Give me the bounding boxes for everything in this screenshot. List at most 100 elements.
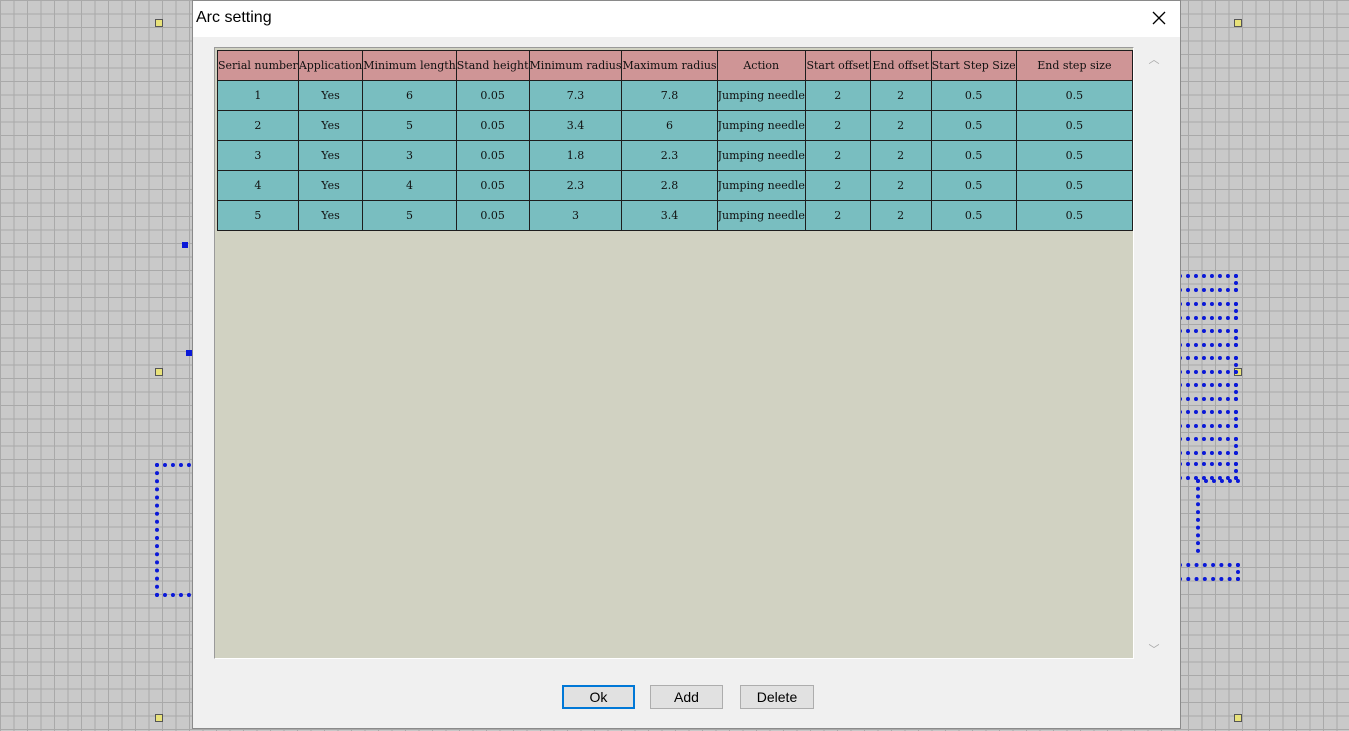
table-cell[interactable]: Jumping needle: [716, 110, 806, 141]
table-cell[interactable]: 0.05: [455, 170, 530, 201]
table-cell[interactable]: 1: [217, 80, 299, 111]
table-cell[interactable]: 0.5: [1015, 200, 1134, 231]
selection-handle[interactable]: [155, 714, 163, 722]
table-cell[interactable]: 0.5: [1015, 170, 1134, 201]
table-cell[interactable]: 2: [804, 80, 871, 111]
table-cell[interactable]: 4: [217, 170, 299, 201]
scroll-up-arrow-icon[interactable]: ︿: [1146, 51, 1162, 67]
table-cell[interactable]: 2.3: [528, 170, 623, 201]
column-header[interactable]: End offset: [869, 50, 932, 81]
table-cell[interactable]: 0.5: [1015, 140, 1134, 171]
table-cell[interactable]: 6: [621, 110, 718, 141]
stitch-path: [1196, 479, 1240, 553]
table-cell[interactable]: 0.05: [455, 200, 530, 231]
stitch-path: [1178, 383, 1238, 401]
table-row[interactable]: 1 Yes 6 0.05 7.3 7.8 Jumping needle 2 2 …: [217, 80, 1134, 111]
table-cell[interactable]: Jumping needle: [716, 170, 806, 201]
table-cell[interactable]: 2: [804, 200, 871, 231]
table-cell[interactable]: 0.05: [455, 140, 530, 171]
selection-handle[interactable]: [155, 19, 163, 27]
ok-button[interactable]: Ok: [562, 685, 635, 709]
table-cell[interactable]: Yes: [297, 80, 364, 111]
stitch-point: [182, 242, 188, 248]
table-cell[interactable]: 2: [804, 110, 871, 141]
column-header[interactable]: Application: [297, 50, 364, 81]
table-cell[interactable]: 2.3: [621, 140, 718, 171]
stitch-path: [1178, 356, 1238, 374]
table-cell[interactable]: 2.8: [621, 170, 718, 201]
selection-handle[interactable]: [1234, 714, 1242, 722]
table-cell[interactable]: 6: [362, 80, 457, 111]
column-header[interactable]: Minimum length: [362, 50, 457, 81]
table-row[interactable]: 4 Yes 4 0.05 2.3 2.8 Jumping needle 2 2 …: [217, 170, 1134, 201]
table-cell[interactable]: 2: [869, 140, 932, 171]
arc-table: Serial number Application Minimum length…: [217, 50, 1134, 231]
scroll-down-arrow-icon[interactable]: ﹀: [1146, 641, 1162, 657]
table-row[interactable]: 3 Yes 3 0.05 1.8 2.3 Jumping needle 2 2 …: [217, 140, 1134, 171]
title-bar: Arc setting: [193, 1, 1180, 37]
selection-handle[interactable]: [1234, 19, 1242, 27]
table-cell[interactable]: 0.5: [930, 80, 1017, 111]
close-icon: [1152, 11, 1166, 25]
table-cell[interactable]: 2: [869, 80, 932, 111]
table-cell[interactable]: 0.05: [455, 80, 530, 111]
arc-setting-dialog: Arc setting Serial number Application Mi…: [192, 0, 1181, 729]
table-cell[interactable]: Jumping needle: [716, 140, 806, 171]
table-cell[interactable]: 0.5: [930, 170, 1017, 201]
stitch-path: [1178, 437, 1238, 455]
table-cell[interactable]: Yes: [297, 200, 364, 231]
column-header[interactable]: Start offset: [804, 50, 871, 81]
table-cell[interactable]: Jumping needle: [716, 200, 806, 231]
table-cell[interactable]: 7.8: [621, 80, 718, 111]
table-cell[interactable]: 4: [362, 170, 457, 201]
column-header[interactable]: Serial number: [217, 50, 299, 81]
table-cell[interactable]: 3: [217, 140, 299, 171]
stitch-path: [1178, 329, 1238, 347]
table-cell[interactable]: 0.5: [930, 110, 1017, 141]
table-cell[interactable]: 5: [217, 200, 299, 231]
table-cell[interactable]: 2: [804, 140, 871, 171]
table-cell[interactable]: 0.5: [930, 140, 1017, 171]
stitch-path: [1178, 410, 1238, 428]
table-cell[interactable]: Yes: [297, 140, 364, 171]
table-cell[interactable]: 0.5: [1015, 110, 1134, 141]
table-row[interactable]: 2 Yes 5 0.05 3.4 6 Jumping needle 2 2 0.…: [217, 110, 1134, 141]
column-header[interactable]: Stand height: [455, 50, 530, 81]
dialog-title: Arc setting: [196, 9, 272, 26]
add-button[interactable]: Add: [650, 685, 723, 709]
column-header[interactable]: Start Step Size: [930, 50, 1017, 81]
column-header[interactable]: Action: [716, 50, 806, 81]
table-cell[interactable]: 3.4: [528, 110, 623, 141]
stitch-path: [1178, 563, 1240, 581]
table-cell[interactable]: 2: [804, 170, 871, 201]
column-header[interactable]: Minimum radius: [528, 50, 623, 81]
table-cell[interactable]: 2: [869, 170, 932, 201]
table-cell[interactable]: 3: [528, 200, 623, 231]
arc-table-panel: Serial number Application Minimum length…: [214, 47, 1134, 659]
table-cell[interactable]: 3.4: [621, 200, 718, 231]
table-row[interactable]: 5 Yes 5 0.05 3 3.4 Jumping needle 2 2 0.…: [217, 200, 1134, 231]
table-cell[interactable]: 0.5: [1015, 80, 1134, 111]
delete-button[interactable]: Delete: [740, 685, 814, 709]
table-cell[interactable]: 0.5: [930, 200, 1017, 231]
stitch-path: [1178, 302, 1238, 320]
table-cell[interactable]: 2: [217, 110, 299, 141]
stitch-path: [155, 463, 191, 597]
table-cell[interactable]: 2: [869, 200, 932, 231]
column-header[interactable]: End step size: [1015, 50, 1134, 81]
table-cell[interactable]: 3: [362, 140, 457, 171]
table-cell[interactable]: 1.8: [528, 140, 623, 171]
column-header[interactable]: Maximum radius: [621, 50, 718, 81]
table-header-row: Serial number Application Minimum length…: [217, 50, 1134, 81]
selection-handle[interactable]: [155, 368, 163, 376]
table-cell[interactable]: 7.3: [528, 80, 623, 111]
table-cell[interactable]: 2: [869, 110, 932, 141]
close-button[interactable]: [1138, 1, 1180, 35]
table-cell[interactable]: 5: [362, 110, 457, 141]
stitch-path: [1178, 462, 1238, 480]
table-cell[interactable]: 0.05: [455, 110, 530, 141]
table-cell[interactable]: Jumping needle: [716, 80, 806, 111]
table-cell[interactable]: Yes: [297, 170, 364, 201]
table-cell[interactable]: 5: [362, 200, 457, 231]
table-cell[interactable]: Yes: [297, 110, 364, 141]
